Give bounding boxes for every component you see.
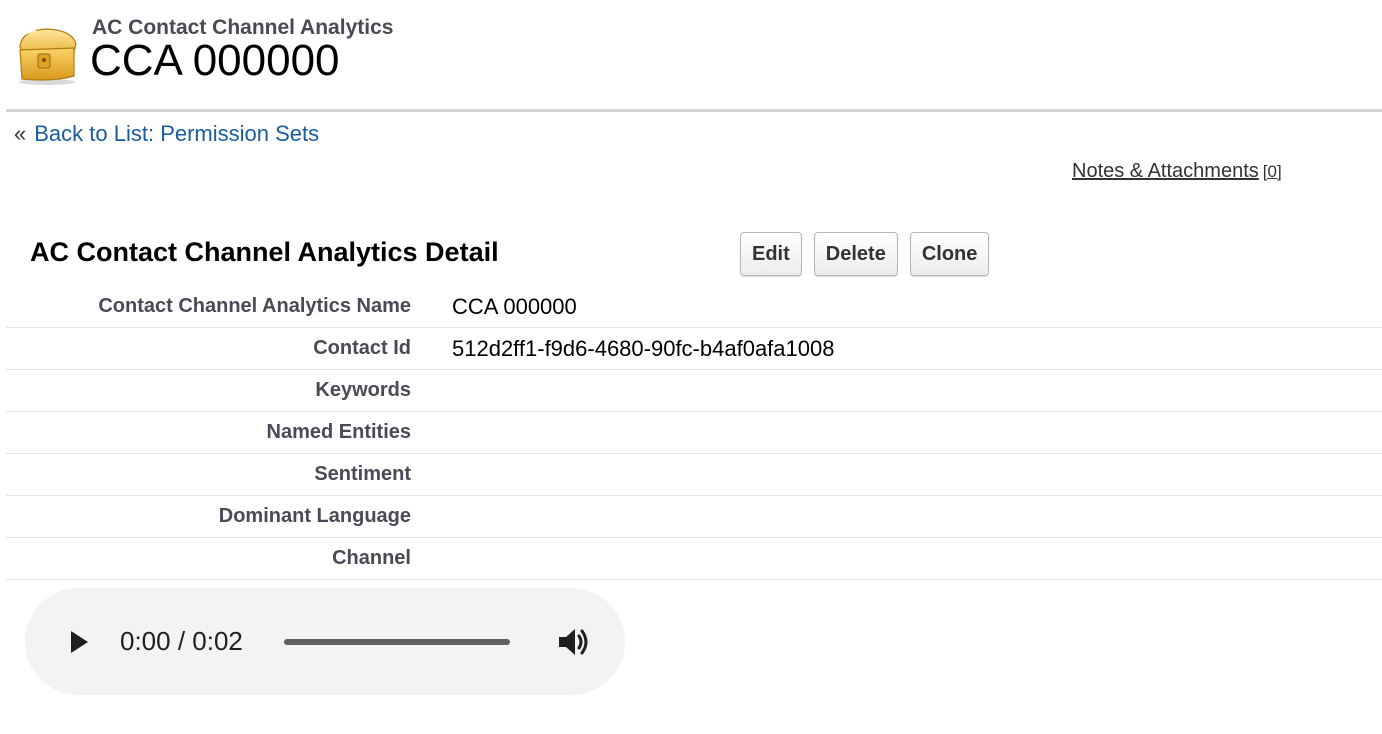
field-label: Named Entities <box>266 421 411 443</box>
detail-section-title: AC Contact Channel Analytics Detail <box>30 237 499 267</box>
page: AC Contact Channel Analytics CCA 000000 … <box>0 0 1382 734</box>
related-list-hover-links: Notes & Attachments [0] <box>1072 160 1282 183</box>
delete-button[interactable]: Delete <box>813 232 898 276</box>
page-header: AC Contact Channel Analytics CCA 000000 <box>14 14 1382 94</box>
notes-attachments-count[interactable]: [0] <box>1263 162 1282 181</box>
audio-time-display: 0:00 / 0:02 <box>120 626 243 656</box>
treasure-chest-icon <box>19 28 77 85</box>
field-label: Contact Id <box>313 337 411 359</box>
audio-player: 0:00 / 0:02 <box>25 588 625 695</box>
field-label: Dominant Language <box>218 505 411 527</box>
page-title: CCA 000000 <box>90 36 340 85</box>
field-row-contact-id: Contact Id 512d2ff1-f9d6-4680-90fc-b4af0… <box>6 328 1382 370</box>
field-value: CCA 000000 <box>452 293 577 319</box>
field-label: Channel <box>332 547 411 569</box>
clone-button[interactable]: Clone <box>909 232 990 276</box>
field-row-dominant-language: Dominant Language <box>6 496 1382 538</box>
field-row-keywords: Keywords <box>6 370 1382 412</box>
play-icon[interactable] <box>69 630 89 654</box>
detail-button-bar: Edit Delete Clone <box>740 232 990 276</box>
field-row-channel: Channel <box>6 538 1382 580</box>
field-value: 512d2ff1-f9d6-4680-90fc-b4af0afa1008 <box>452 335 835 361</box>
notes-attachments-link[interactable]: Notes & Attachments <box>1072 160 1259 182</box>
back-to-list-link[interactable]: Back to List: Permission Sets <box>34 121 319 146</box>
edit-button[interactable]: Edit <box>740 232 802 276</box>
field-label: Sentiment <box>314 463 411 485</box>
breadcrumb: « Back to List: Permission Sets <box>14 121 319 147</box>
breadcrumb-prefix: « <box>14 121 27 146</box>
field-label: Contact Channel Analytics Name <box>98 295 411 317</box>
audio-seek-slider[interactable] <box>284 639 510 645</box>
volume-icon[interactable] <box>557 626 591 658</box>
header-divider <box>6 109 1382 112</box>
field-row-name: Contact Channel Analytics Name CCA 00000… <box>6 286 1382 328</box>
field-row-named-entities: Named Entities <box>6 412 1382 454</box>
field-row-sentiment: Sentiment <box>6 454 1382 496</box>
detail-fields-table: Contact Channel Analytics Name CCA 00000… <box>6 286 1382 580</box>
field-label: Keywords <box>315 379 411 401</box>
